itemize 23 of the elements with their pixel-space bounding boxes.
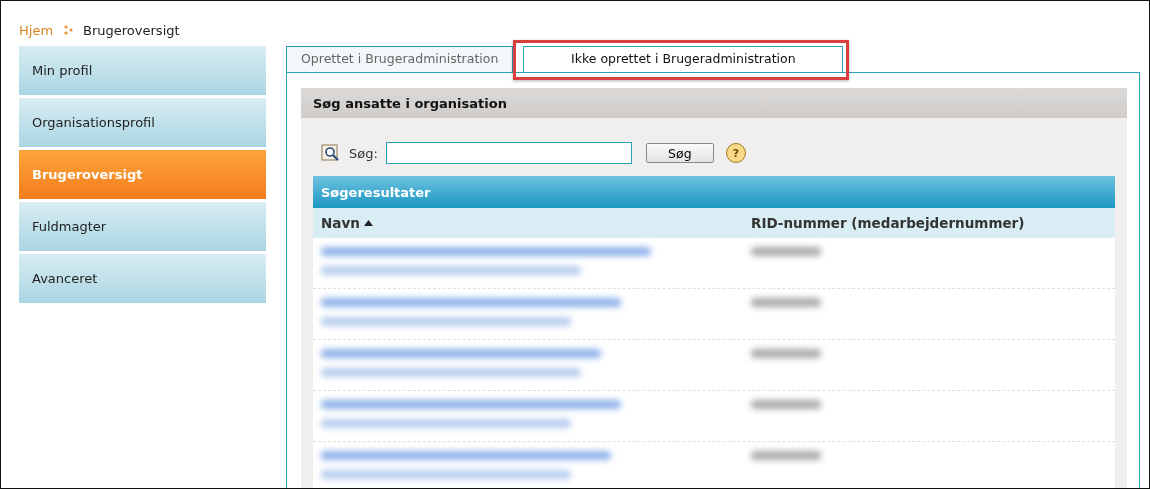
redacted-number (751, 247, 821, 256)
redacted-number (751, 298, 821, 307)
sidebar-item[interactable]: Fuldmagter (19, 202, 266, 251)
results-header: Søgeresultater (313, 176, 1115, 208)
search-field[interactable] (385, 142, 632, 164)
column-header[interactable]: RID-nummer (medarbejdernummer) (751, 215, 1115, 231)
sidebar-item[interactable]: Organisationsprofil (19, 98, 266, 147)
sidebar-item[interactable]: Min profil (19, 46, 266, 95)
redacted-number (751, 451, 821, 460)
breadcrumb-separator-icon (63, 25, 74, 35)
help-icon[interactable]: ? (725, 143, 746, 163)
tab[interactable]: Ikke oprettet i Brugeradministration (523, 46, 844, 72)
sort-ascending-icon (363, 220, 373, 226)
redacted-number (751, 349, 821, 358)
column-header[interactable]: Navn (313, 215, 751, 231)
section-header: Søg ansatte i organisation (301, 88, 1127, 118)
redacted-number (751, 400, 821, 409)
breadcrumb-current: Brugeroversigt (83, 22, 180, 38)
search-button[interactable]: Søg (645, 143, 714, 163)
tab[interactable]: Oprettet i Brugeradministration (286, 46, 514, 72)
search-icon (321, 144, 341, 162)
sidebar-item[interactable]: Avanceret (19, 254, 266, 303)
search-label: Søg: (349, 145, 378, 161)
